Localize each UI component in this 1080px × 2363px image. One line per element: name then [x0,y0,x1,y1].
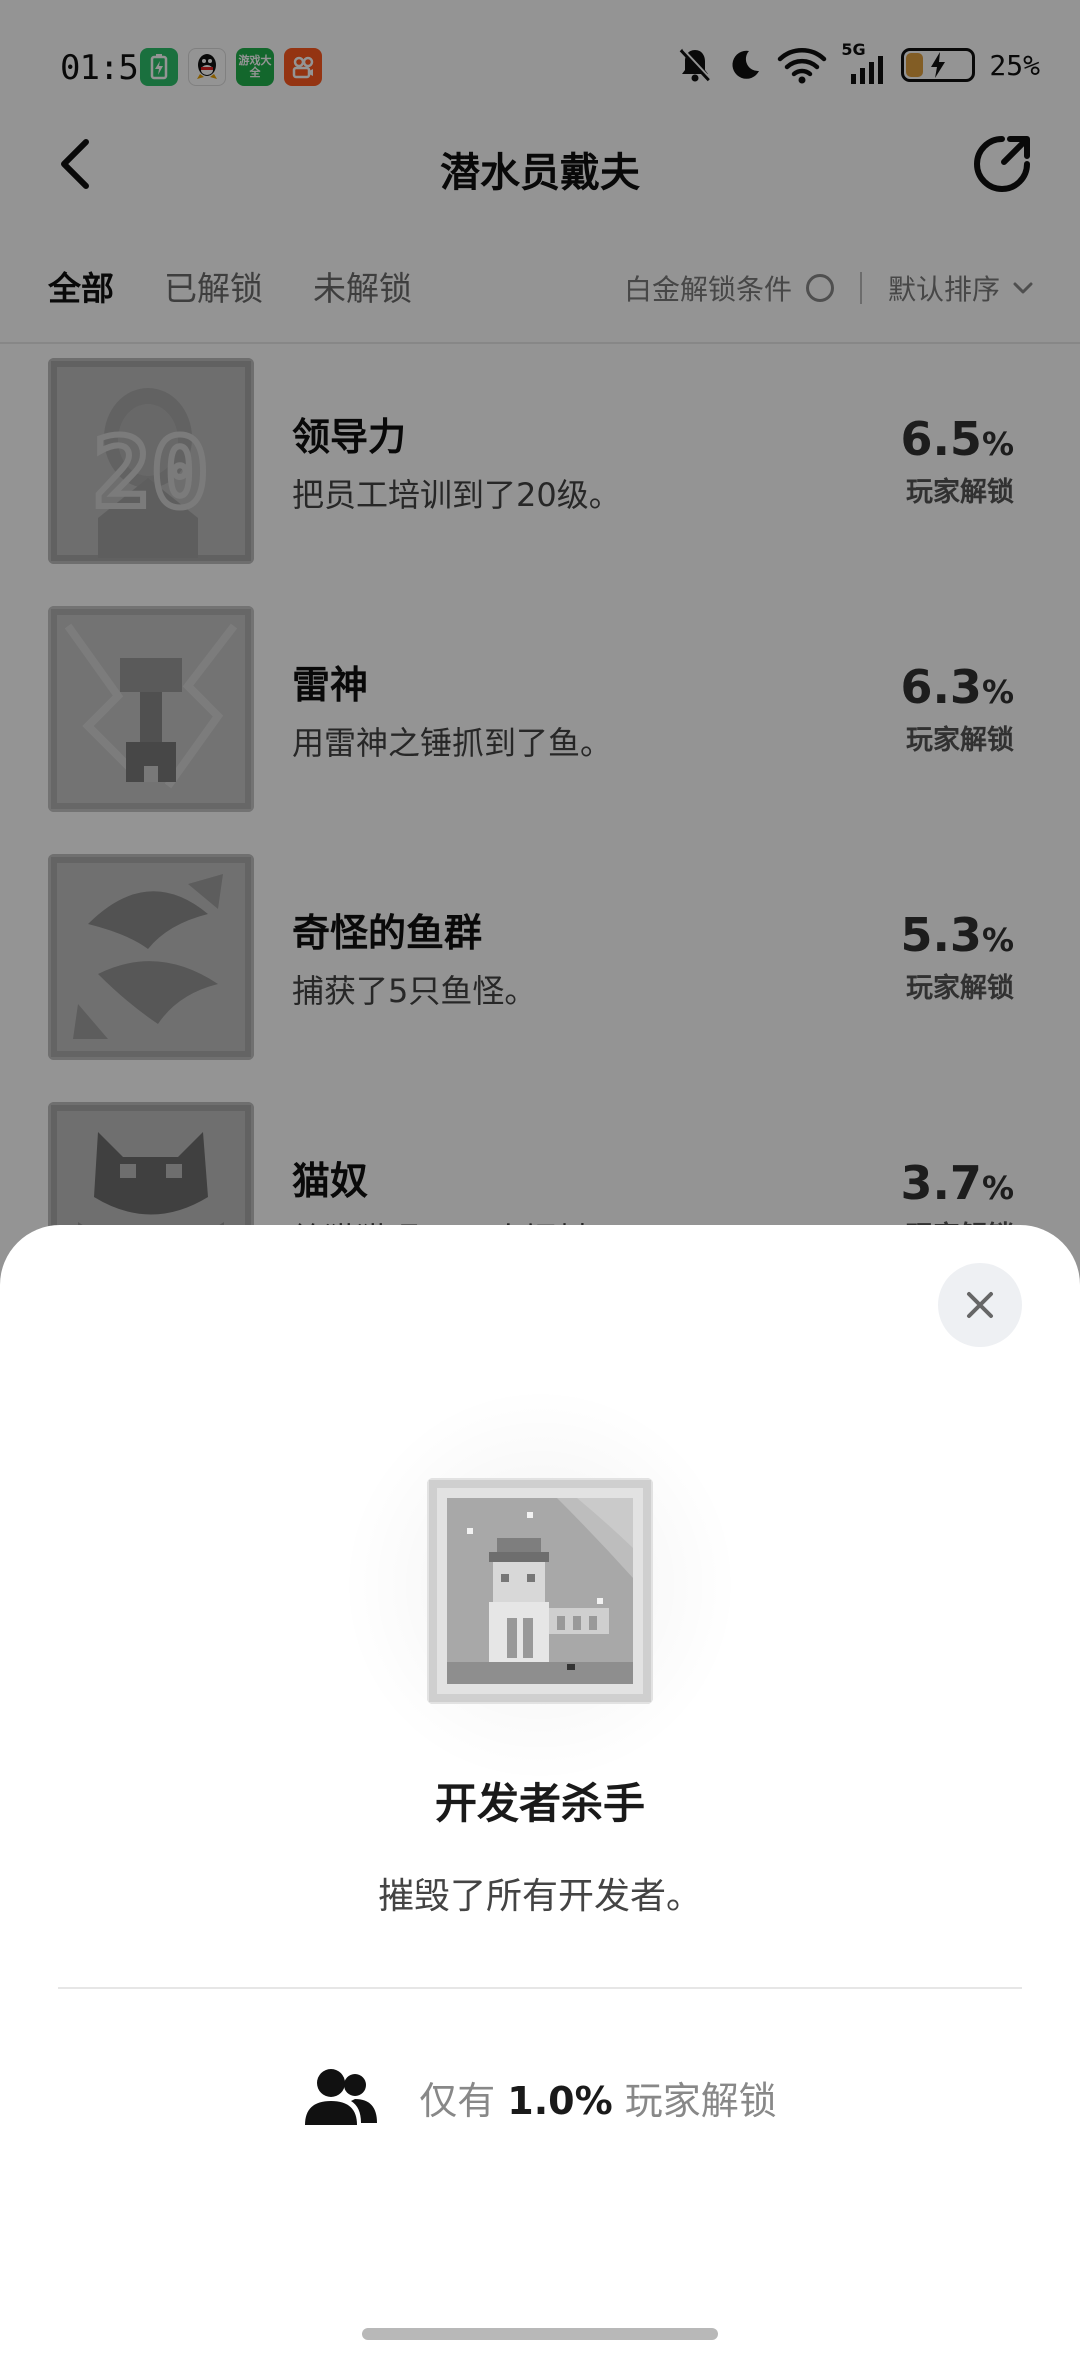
unlock-suffix: 玩家解锁 [624,2078,777,2123]
users-icon [305,2069,378,2125]
sheet-divider [58,1987,1022,1989]
page: 01:51 游戏大全 5G 25% 潜水员戴夫 全部 已解锁 未解锁 白金解锁条… [0,0,1080,2363]
unlock-stat-text: 仅有 1.0% 玩家解锁 [419,2070,777,2125]
unlock-prefix: 仅有 [419,2078,496,2123]
unlock-stat-row: 仅有 1.0% 玩家解锁 [0,2065,1080,2129]
achievement-badge-image [427,1478,653,1704]
achievement-detail-title: 开发者杀手 [434,1779,645,1828]
achievement-detail-description: 摧毁了所有开发者。 [377,1876,702,1917]
close-button[interactable] [938,1263,1022,1347]
achievement-detail-sheet: 开发者杀手 摧毁了所有开发者。 仅有 1.0% 玩家解锁 [0,1225,1080,2363]
home-indicator[interactable] [362,2328,718,2340]
close-icon [967,1292,993,1318]
unlock-percent-value: 1.0% [507,2078,613,2123]
